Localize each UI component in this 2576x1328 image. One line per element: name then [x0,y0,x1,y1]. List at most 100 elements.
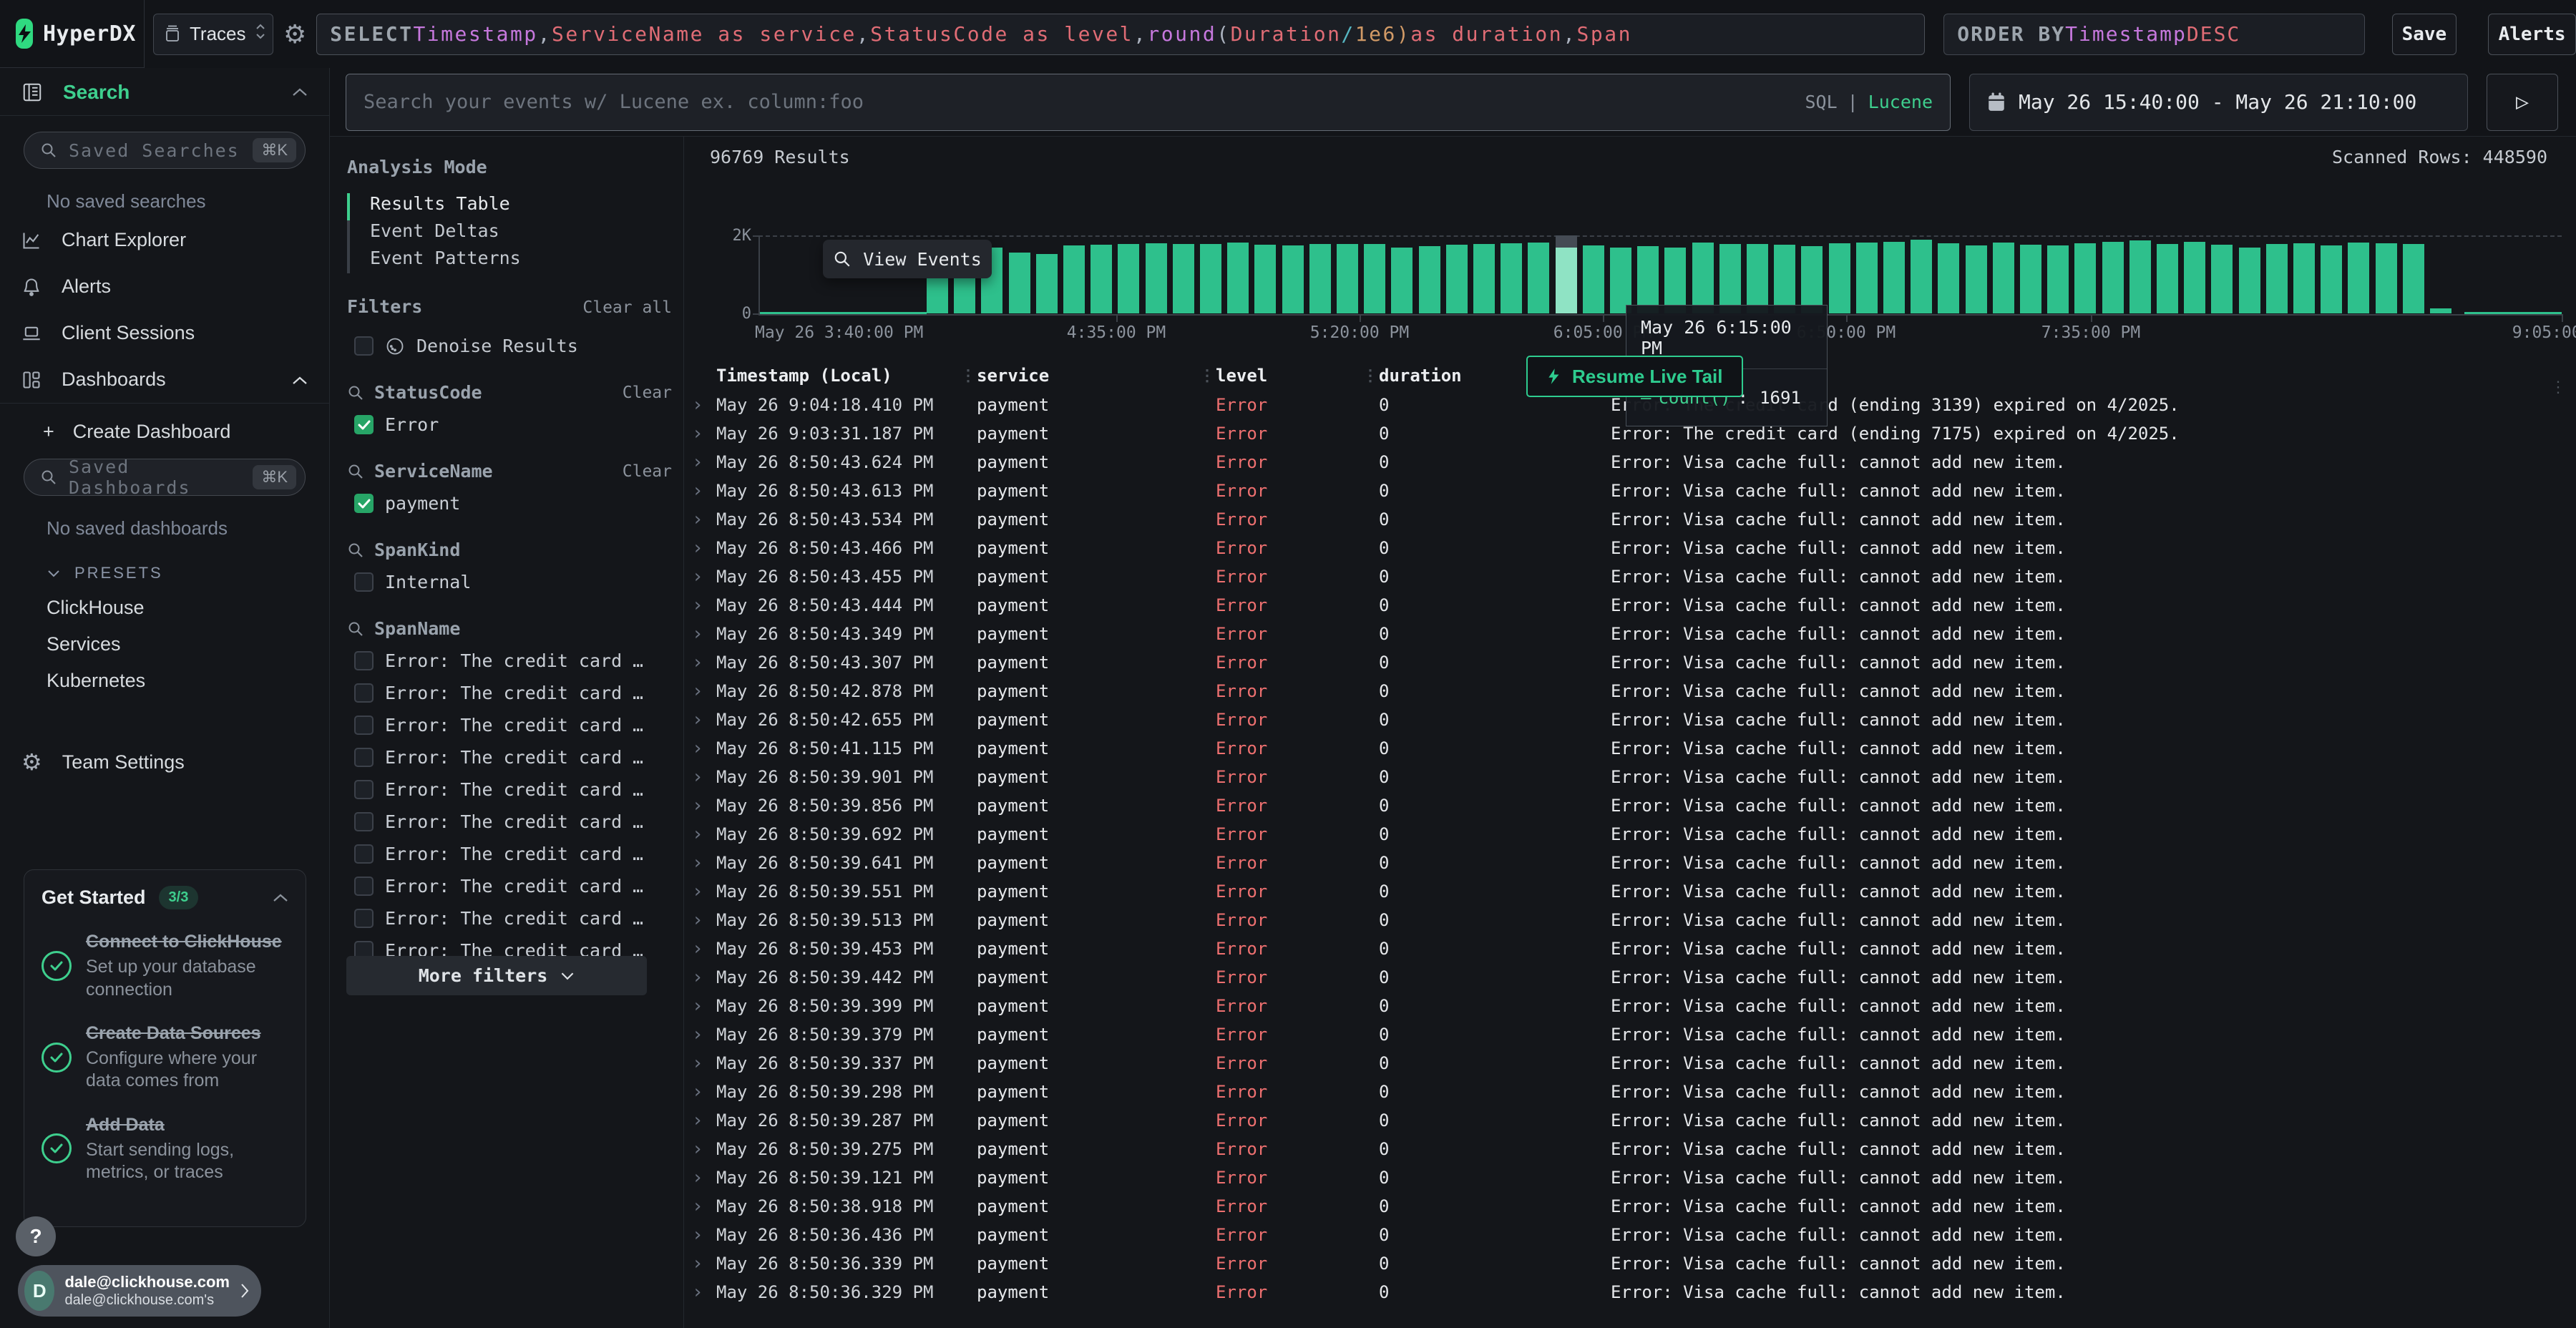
histogram-bar[interactable] [1200,244,1221,313]
event-search-input[interactable]: Search your events w/ Lucene ex. column:… [346,74,1951,131]
histogram-bar[interactable] [1829,243,1850,313]
sql-select-editor[interactable]: SELECT Timestamp, ServiceName as service… [316,14,1925,55]
histogram-bar[interactable] [2239,248,2260,314]
table-row[interactable]: ›May 26 8:50:39.453 PMpaymentError0Error… [685,934,2576,963]
row-expand-chevron[interactable]: › [685,394,716,416]
histogram-bar[interactable] [1801,246,1823,313]
row-expand-chevron[interactable]: › [685,881,716,902]
checkbox-unchecked[interactable] [354,336,374,356]
histogram-bar[interactable] [2184,242,2205,313]
table-row[interactable]: ›May 26 8:50:39.337 PMpaymentError0Error… [685,1049,2576,1078]
histogram-bar[interactable] [1309,244,1331,313]
table-row[interactable]: ›May 26 8:50:38.918 PMpaymentError0Error… [685,1192,2576,1221]
user-menu[interactable]: D dale@clickhouse.com dale@clickhouse.co… [18,1265,261,1317]
histogram-bar[interactable] [1391,248,1413,314]
filter-option[interactable]: payment [354,493,672,514]
sidebar-item-alerts[interactable]: Alerts [0,263,329,310]
preset-item-services[interactable]: Services [0,626,329,663]
row-expand-chevron[interactable]: › [685,824,716,845]
histogram-bar[interactable] [1938,243,1959,313]
sidebar-item-dashboards[interactable]: Dashboards [0,356,329,404]
checkbox-unchecked[interactable] [354,877,374,896]
row-expand-chevron[interactable]: › [685,623,716,645]
sidebar-item-client-sessions[interactable]: Client Sessions [0,310,329,356]
checkbox-unchecked[interactable] [354,651,374,670]
resume-live-tail-button[interactable]: Resume Live Tail [1526,356,1743,397]
histogram-bar[interactable] [1419,246,1440,313]
table-row[interactable]: ›May 26 8:50:39.287 PMpaymentError0Error… [685,1106,2576,1135]
row-expand-chevron[interactable]: › [685,967,716,988]
view-events-button[interactable]: View Events [823,240,992,278]
histogram-bar[interactable] [1692,243,1714,313]
table-row[interactable]: ›May 26 8:50:43.613 PMpaymentError0Error… [685,477,2576,505]
row-expand-chevron[interactable]: › [685,909,716,931]
histogram-bar[interactable] [2129,240,2151,313]
filter-clear-button[interactable]: Clear [623,384,672,402]
clear-all-filters-button[interactable]: Clear all [582,298,672,317]
saved-dashboards-input[interactable]: Saved Dashboards ⌘K [24,459,306,496]
row-expand-chevron[interactable]: › [685,1024,716,1045]
analysis-mode-tab-event-deltas[interactable]: Event Deltas [347,218,683,245]
table-row[interactable]: ›May 26 8:50:36.436 PMpaymentError0Error… [685,1221,2576,1249]
histogram-bar[interactable] [1337,244,1358,313]
checkbox-unchecked[interactable] [354,780,374,799]
histogram-bar[interactable] [2102,242,2124,313]
histogram-bar[interactable] [2020,245,2041,313]
checkbox-unchecked[interactable] [354,748,374,767]
help-button[interactable]: ? [16,1216,56,1256]
filter-option[interactable]: Error: The credit card … [354,715,672,736]
sidebar-item-chart-explorer[interactable]: Chart Explorer [0,217,329,263]
column-header-level[interactable]: level [1216,366,1362,386]
run-query-button[interactable]: ▷ [2487,74,2558,131]
filter-option[interactable]: Error [354,414,672,435]
checkbox-unchecked[interactable] [354,683,374,703]
table-row[interactable]: ›May 26 8:50:39.275 PMpaymentError0Error… [685,1135,2576,1163]
histogram-bar[interactable] [1282,245,1304,313]
row-expand-chevron[interactable]: › [685,451,716,473]
table-row[interactable]: ›May 26 8:50:39.641 PMpaymentError0Error… [685,849,2576,877]
checkbox-checked[interactable] [354,494,374,513]
table-row[interactable]: ›May 26 8:50:43.307 PMpaymentError0Error… [685,648,2576,677]
checkbox-unchecked[interactable] [354,909,374,928]
column-separator[interactable]: ⋮ [1362,367,1379,385]
histogram-bar[interactable] [1173,244,1194,313]
preset-item-clickhouse[interactable]: ClickHouse [0,590,329,626]
row-expand-chevron[interactable]: › [685,938,716,960]
table-row[interactable]: ›May 26 8:50:43.534 PMpaymentError0Error… [685,505,2576,534]
row-expand-chevron[interactable]: › [685,852,716,874]
row-expand-chevron[interactable]: › [685,1224,716,1246]
sidebar-item-search[interactable]: Search [0,68,329,116]
row-expand-chevron[interactable]: › [685,537,716,559]
row-expand-chevron[interactable]: › [685,509,716,530]
checkbox-unchecked[interactable] [354,812,374,831]
row-expand-chevron[interactable]: › [685,1196,716,1217]
histogram-bar[interactable] [1446,245,1468,313]
histogram-bar[interactable] [1664,248,1686,314]
column-header-timestamp-local-[interactable]: Timestamp (Local) [716,366,960,386]
lang-lucene[interactable]: Lucene [1868,92,1933,112]
row-expand-chevron[interactable]: › [685,1081,716,1103]
filter-option[interactable]: Error: The credit card … [354,908,672,929]
table-row[interactable]: ›May 26 8:50:43.349 PMpaymentError0Error… [685,620,2576,648]
column-options-icon[interactable]: ⋮ [2550,379,2566,396]
row-expand-chevron[interactable]: › [685,1110,716,1131]
source-settings-gear-icon[interactable]: ⚙ [283,19,306,49]
row-expand-chevron[interactable]: › [685,1167,716,1188]
column-header-service[interactable]: service [977,366,1199,386]
table-row[interactable]: ›May 26 8:50:36.329 PMpaymentError0Error… [685,1278,2576,1307]
checkbox-unchecked[interactable] [354,844,374,864]
row-expand-chevron[interactable]: › [685,709,716,731]
histogram-bar[interactable] [2430,308,2451,313]
checkbox-unchecked[interactable] [354,716,374,735]
row-expand-chevron[interactable]: › [685,995,716,1017]
denoise-results-checkbox[interactable]: Denoise Results [354,336,683,356]
histogram-bar[interactable] [2047,245,2069,313]
histogram-bar[interactable] [2293,243,2315,313]
filter-clear-button[interactable]: Clear [623,462,672,481]
histogram-bar[interactable] [1719,244,1741,313]
histogram-bar[interactable] [1146,243,1167,313]
histogram-bar[interactable] [1528,243,1549,313]
histogram-bar[interactable] [1583,245,1604,313]
filter-option[interactable]: Internal [354,572,672,592]
row-expand-chevron[interactable]: › [685,738,716,759]
